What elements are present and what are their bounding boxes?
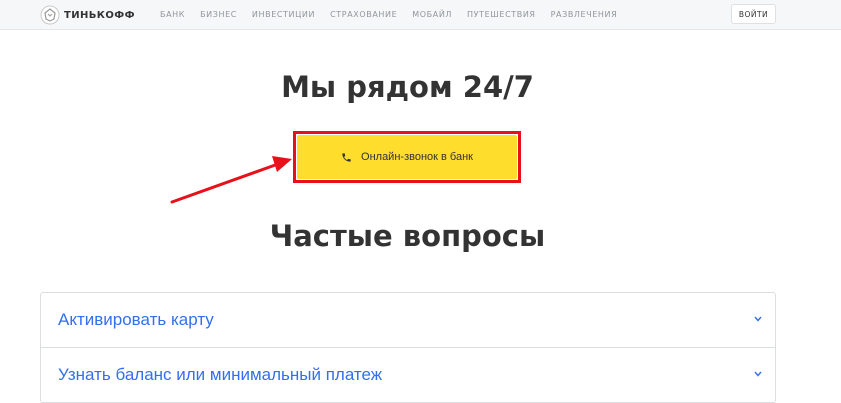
online-call-label: Онлайн-звонок в банк — [361, 151, 473, 163]
nav-item-insurance[interactable]: СТРАХОВАНИЕ — [330, 10, 397, 19]
faq-item-label: Узнать баланс или минимальный платеж — [58, 365, 383, 384]
nav-item-business[interactable]: БИЗНЕС — [200, 10, 237, 19]
nav-item-investments[interactable]: ИНВЕСТИЦИИ — [252, 10, 315, 19]
faq-list: Активировать карту Узнать баланс или мин… — [40, 292, 776, 403]
chevron-down-icon[interactable] — [754, 316, 762, 322]
faq-item-balance[interactable]: Узнать баланс или минимальный платеж — [41, 348, 775, 403]
red-arrow-icon — [170, 156, 292, 204]
faq-item-label: Активировать карту — [58, 310, 214, 329]
phone-icon — [342, 152, 351, 162]
faq-title: Частые вопросы — [269, 219, 546, 253]
tinkoff-logo[interactable]: ТИНЬКОФФ — [40, 5, 135, 25]
chevron-down-icon[interactable] — [754, 371, 762, 377]
logo-text: ТИНЬКОФФ — [64, 9, 135, 21]
nav-item-bank[interactable]: БАНК — [160, 10, 185, 19]
top-navigation-bar: ТИНЬКОФФ БАНК БИЗНЕС ИНВЕСТИЦИИ СТРАХОВА… — [0, 0, 841, 30]
online-call-button[interactable]: Онлайн-звонок в банк — [297, 135, 517, 179]
nav-item-entertainment[interactable]: РАЗВЛЕЧЕНИЯ — [551, 10, 618, 19]
tinkoff-logo-icon — [40, 5, 60, 25]
page-title: Мы рядом 24/7 — [281, 70, 534, 104]
faq-item-activate-card[interactable]: Активировать карту — [41, 293, 775, 348]
main-nav: БАНК БИЗНЕС ИНВЕСТИЦИИ СТРАХОВАНИЕ МОБАЙ… — [160, 0, 632, 29]
nav-item-travel[interactable]: ПУТЕШЕСТВИЯ — [467, 10, 536, 19]
nav-item-mobile[interactable]: МОБАЙЛ — [412, 10, 452, 19]
login-button[interactable]: ВОЙТИ — [731, 4, 776, 24]
